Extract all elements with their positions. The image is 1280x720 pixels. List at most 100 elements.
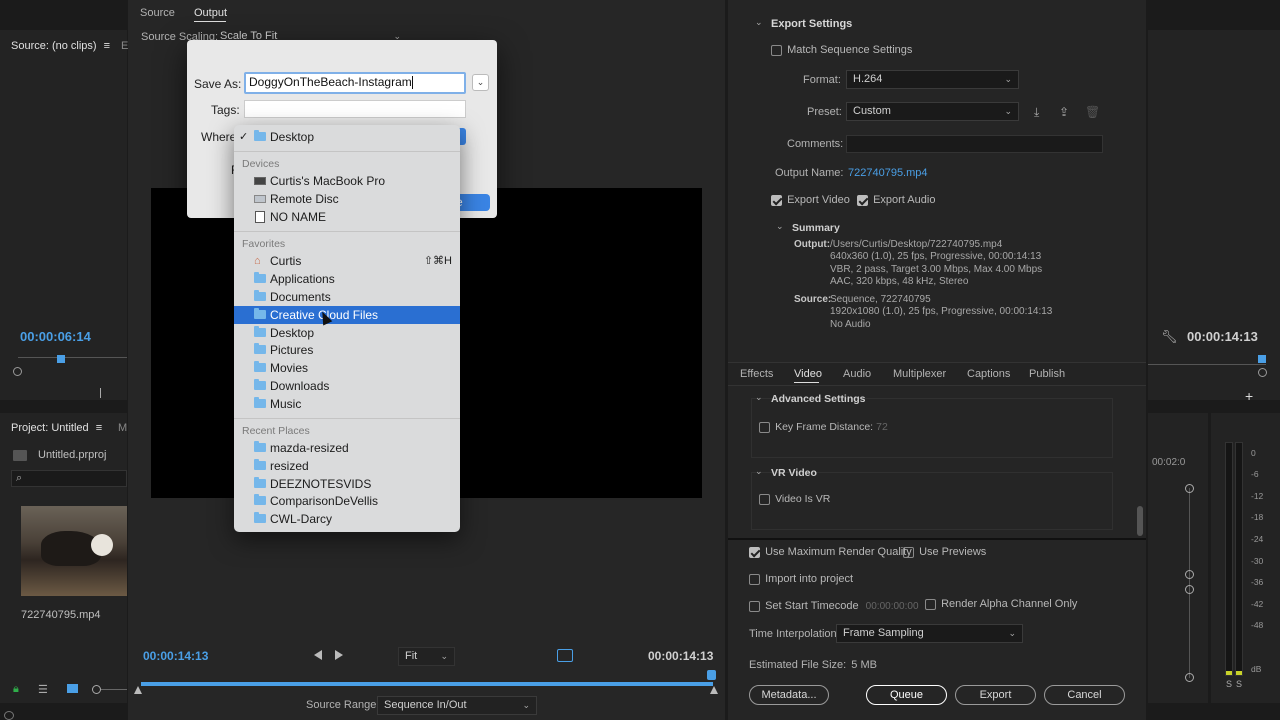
zoom-slider-track[interactable] — [101, 689, 127, 690]
queue-button[interactable]: Queue — [866, 685, 947, 705]
checkbox[interactable] — [749, 546, 760, 558]
tags-input[interactable] — [244, 100, 466, 118]
save-as-input[interactable]: DoggyOnTheBeach-Instagram — [244, 72, 466, 94]
match-sequence-checkbox[interactable]: Match Sequence Settings — [771, 44, 912, 56]
checkbox[interactable] — [857, 194, 868, 206]
menu-item-recent[interactable]: DEEZNOTESVIDS — [234, 475, 460, 493]
menu-item-recent[interactable]: CWL-Darcy — [234, 510, 460, 528]
summary-chevron-icon[interactable]: ⌄ — [776, 221, 784, 232]
vr-chevron-icon[interactable]: ⌄ — [755, 466, 763, 477]
checkbox[interactable] — [749, 600, 760, 612]
source-panel-tab[interactable]: Source: (no clips) ≡ — [11, 40, 110, 52]
source-range-select[interactable]: Sequence In/Out ⌄ — [377, 696, 537, 715]
video-is-vr-checkbox[interactable]: Video Is VR — [759, 493, 830, 505]
menu-item-favorite[interactable]: Movies — [234, 359, 460, 377]
output-name-link[interactable]: 722740795.mp4 — [848, 167, 928, 179]
scroll-handle-icon[interactable] — [1185, 570, 1194, 579]
tab-video[interactable]: Video — [794, 368, 822, 380]
scroll-handle-icon[interactable] — [1185, 585, 1194, 594]
time-interpolation-select[interactable]: Frame Sampling ⌄ — [836, 624, 1023, 643]
menu-item-favorite[interactable]: Documents — [234, 288, 460, 306]
project-tab[interactable]: Project: Untitled ≡ — [11, 422, 102, 434]
checkbox[interactable] — [749, 573, 760, 585]
zoom-slider-handle[interactable] — [92, 685, 101, 694]
import-preset-icon[interactable]: ⇪ — [1059, 105, 1069, 119]
render-alpha-checkbox[interactable]: Render Alpha Channel Only — [925, 598, 1077, 610]
checkbox[interactable] — [771, 44, 782, 56]
checkbox[interactable] — [759, 493, 770, 505]
expand-dialog-button[interactable]: ⌄ — [472, 74, 489, 91]
delete-preset-icon[interactable]: 🗑︎ — [1085, 105, 1100, 119]
export-button[interactable]: Export — [955, 685, 1036, 705]
solo-right-button[interactable]: S — [1236, 679, 1242, 689]
mark-out-icon[interactable] — [335, 650, 343, 660]
use-previews-checkbox[interactable]: Use Previews — [903, 546, 986, 558]
tab-output[interactable]: Output — [194, 7, 227, 19]
menu-item-favorite[interactable]: ⌂ Curtis ⇧⌘H — [234, 252, 460, 270]
lock-icon[interactable]: 🔒︎ — [13, 683, 19, 696]
add-button-icon[interactable]: + — [1245, 388, 1253, 404]
preset-select[interactable]: Custom ⌄ — [846, 102, 1019, 121]
checkbox[interactable] — [925, 598, 936, 610]
save-preset-icon[interactable]: ⤓ — [1034, 105, 1039, 120]
tab-audio[interactable]: Audio — [843, 368, 871, 380]
panel-menu-icon[interactable]: ≡ — [96, 422, 102, 434]
comments-input[interactable] — [846, 135, 1103, 153]
out-point-marker[interactable] — [710, 686, 718, 694]
solo-left-button[interactable]: S — [1226, 679, 1232, 689]
menu-item-favorite[interactable]: Music — [234, 395, 460, 413]
checkbox[interactable] — [771, 194, 782, 206]
zoom-handle-icon[interactable] — [1258, 368, 1267, 377]
source-playhead-icon[interactable] — [57, 355, 65, 363]
timecode-current[interactable]: 00:00:14:13 — [143, 649, 208, 663]
wrench-icon[interactable]: 🔧︎ — [1161, 329, 1178, 345]
cancel-button[interactable]: Cancel — [1044, 685, 1125, 705]
icon-view-icon[interactable] — [67, 684, 78, 693]
project-search-input[interactable]: ⌕ — [11, 470, 127, 487]
in-point-marker[interactable] — [134, 686, 142, 694]
metadata-button[interactable]: Metadata... — [749, 685, 829, 705]
scroll-handle-icon[interactable] — [1185, 673, 1194, 682]
list-view-icon[interactable]: ☰ — [38, 683, 48, 696]
timeline-vertical-scroll[interactable] — [1189, 488, 1190, 678]
scroll-handle-icon[interactable] — [1185, 484, 1194, 493]
menu-item-recent[interactable]: mazda-resized — [234, 439, 460, 457]
menu-item-favorite[interactable]: Pictures — [234, 341, 460, 359]
panel-menu-icon[interactable]: ≡ — [104, 40, 110, 52]
source-timecode[interactable]: 00:00:06:14 — [20, 329, 91, 344]
menu-item-favorite[interactable]: Desktop — [234, 324, 460, 342]
project-tab2[interactable]: M — [118, 422, 127, 434]
export-audio-checkbox[interactable]: Export Audio — [857, 194, 935, 206]
tab-multiplexer[interactable]: Multiplexer — [893, 368, 946, 380]
start-timecode-value[interactable]: 00:00:00:00 — [866, 601, 919, 612]
tab-source[interactable]: Source — [140, 7, 175, 19]
menu-item-device[interactable]: Curtis's MacBook Pro — [234, 172, 460, 190]
clip-thumbnail[interactable] — [21, 506, 127, 596]
timeline-bar[interactable] — [141, 682, 713, 686]
tab-effects[interactable]: Effects — [740, 368, 773, 380]
mark-in-icon[interactable] — [314, 650, 322, 660]
aspect-ratio-icon[interactable] — [557, 649, 573, 662]
start-timecode-checkbox[interactable]: Set Start Timecode 00:00:00:00 — [749, 600, 919, 612]
menu-item-favorite-highlighted[interactable]: Creative Cloud Files — [234, 306, 460, 324]
settings-scrollbar[interactable] — [1137, 506, 1143, 536]
checkbox[interactable] — [759, 421, 770, 433]
import-project-checkbox[interactable]: Import into project — [749, 573, 853, 585]
export-settings-chevron-icon[interactable]: ⌄ — [755, 17, 763, 28]
advanced-chevron-icon[interactable]: ⌄ — [755, 392, 763, 403]
menu-item-device[interactable]: NO NAME — [234, 208, 460, 226]
key-frame-value[interactable]: 72 — [876, 421, 888, 433]
tab-publish[interactable]: Publish — [1029, 368, 1065, 380]
program-playhead-icon[interactable] — [1258, 355, 1266, 363]
fit-select[interactable]: Fit ⌄ — [398, 647, 455, 666]
playhead-icon[interactable] — [707, 670, 716, 680]
tab-captions[interactable]: Captions — [967, 368, 1010, 380]
checkbox[interactable] — [903, 546, 914, 558]
menu-item-favorite[interactable]: Downloads — [234, 377, 460, 395]
export-video-checkbox[interactable]: Export Video — [771, 194, 850, 206]
zoom-handle-icon[interactable] — [13, 367, 22, 376]
menu-item-device[interactable]: Remote Disc — [234, 190, 460, 208]
menu-item-recent[interactable]: ComparisonDeVellis — [234, 492, 460, 510]
menu-item-favorite[interactable]: Applications — [234, 270, 460, 288]
key-frame-checkbox[interactable]: Key Frame Distance: 72 — [759, 421, 888, 433]
